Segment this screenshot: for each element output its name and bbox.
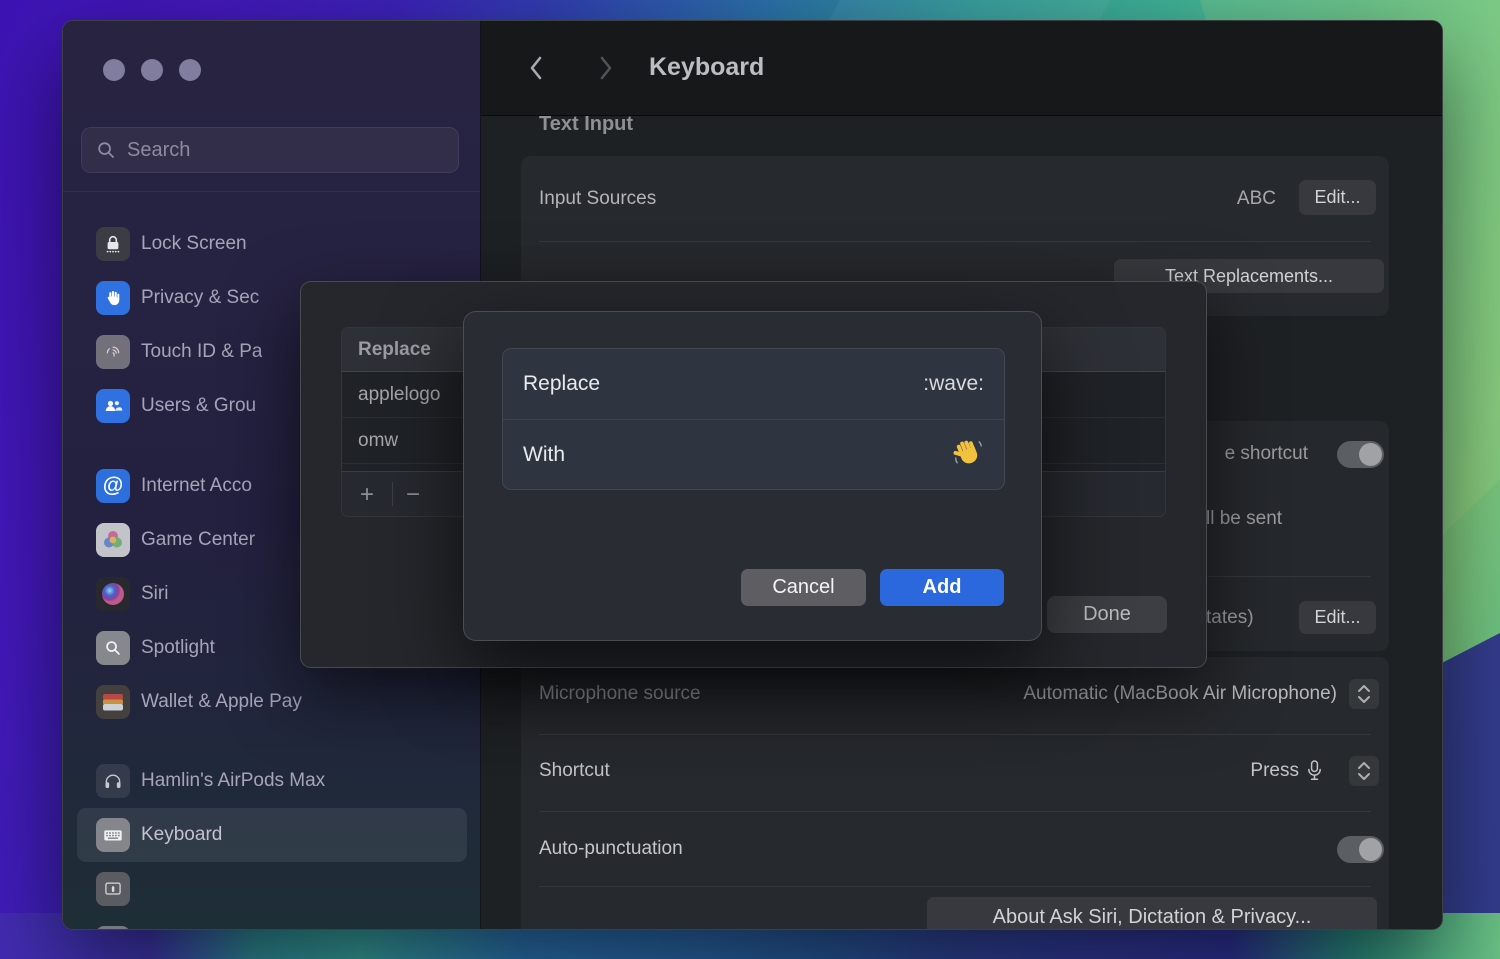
wallet-icon	[96, 685, 130, 719]
sidebar-item-label: Touch ID & Pa	[141, 341, 262, 363]
keyboard-icon	[96, 818, 130, 852]
divider	[392, 482, 393, 506]
section-title: Text Input	[539, 113, 633, 136]
shortcut-value: Press	[1250, 760, 1299, 782]
forward-button[interactable]	[591, 51, 621, 87]
wave-emoji-icon	[952, 437, 984, 469]
input-sources-value: ABC	[1237, 188, 1276, 210]
trackpad-icon	[96, 872, 130, 906]
sidebar-item-airpods-max[interactable]: Hamlin's AirPods Max	[77, 754, 467, 808]
add-replacement-dialog: Replace :wave: With 👋	[463, 311, 1042, 641]
toolbar: Keyboard	[481, 21, 1442, 116]
language-fragment-text: tates)	[1206, 607, 1254, 629]
divider	[539, 241, 1371, 242]
auto-punctuation-toggle[interactable]	[1337, 836, 1384, 863]
with-field-value: 👋	[952, 437, 984, 474]
sidebar-item-label: Keyboard	[141, 824, 222, 846]
sidebar-item-label: Lock Screen	[141, 233, 247, 255]
headphones-icon	[96, 764, 130, 798]
sidebar-item-label: Siri	[141, 583, 168, 605]
add-button[interactable]: Add	[880, 569, 1004, 606]
fingerprint-icon	[96, 335, 130, 369]
replacement-form: Replace :wave: With 👋	[502, 348, 1005, 490]
cancel-button[interactable]: Cancel	[741, 569, 866, 606]
sidebar-divider	[63, 191, 480, 192]
sidebar-item-label: Wallet & Apple Pay	[141, 691, 302, 713]
desktop: Search Lock Screen Privacy & Sec Touch I…	[0, 0, 1500, 959]
microphone-source-value: Automatic (MacBook Air Microphone)	[1023, 683, 1337, 705]
close-button[interactable]	[103, 59, 125, 81]
sidebar-item-label: Users & Grou	[141, 395, 256, 417]
sent-fragment-text: ll be sent	[1206, 508, 1282, 530]
microphone-source-label: Microphone source	[539, 683, 701, 705]
microphone-source-stepper[interactable]	[1349, 679, 1379, 709]
with-field[interactable]: With 👋	[503, 419, 1004, 490]
shortcut-fragment-text: e shortcut	[1225, 443, 1308, 465]
back-button[interactable]	[521, 51, 551, 87]
hand-icon	[96, 281, 130, 315]
page-title: Keyboard	[649, 53, 764, 82]
sidebar-item-label: Hamlin's AirPods Max	[141, 770, 325, 792]
search-placeholder: Search	[127, 139, 190, 162]
remove-replacement-button[interactable]: −	[398, 472, 428, 517]
replace-field-label: Replace	[523, 372, 600, 396]
sidebar-item-trackpad[interactable]	[77, 862, 467, 916]
search-input[interactable]: Search	[81, 127, 459, 173]
sidebar-item-label: Spotlight	[141, 637, 215, 659]
sidebar-item-label: Privacy & Sec	[141, 287, 259, 309]
search-icon	[96, 140, 116, 160]
siri-orb-icon	[96, 577, 130, 611]
magnifier-icon	[96, 631, 130, 665]
chevron-left-icon	[528, 55, 544, 81]
up-down-chevrons-icon	[1355, 760, 1373, 782]
sidebar-item-lock-screen[interactable]: Lock Screen	[77, 217, 467, 271]
shortcut-label: Shortcut	[539, 760, 610, 782]
game-center-icon	[96, 523, 130, 557]
dictation-toggle[interactable]	[1337, 441, 1384, 468]
divider	[539, 734, 1371, 735]
microphone-icon	[1307, 760, 1322, 781]
toggle-knob	[1359, 838, 1382, 861]
dictation-card: Microphone source Automatic (MacBook Air…	[521, 657, 1389, 930]
sidebar-item-label: Game Center	[141, 529, 255, 551]
divider	[539, 811, 1371, 812]
shortcut-stepper[interactable]	[1349, 756, 1379, 786]
about-siri-dictation-privacy-button[interactable]: About Ask Siri, Dictation & Privacy...	[927, 897, 1377, 930]
edit-language-button[interactable]: Edit...	[1299, 601, 1376, 634]
add-replacement-button[interactable]: +	[352, 472, 382, 517]
app-icon	[96, 926, 130, 930]
lock-icon	[96, 227, 130, 261]
replace-field[interactable]: Replace :wave:	[503, 349, 1004, 419]
zoom-button[interactable]	[179, 59, 201, 81]
sidebar-item-keyboard[interactable]: Keyboard	[77, 808, 467, 862]
traffic-lights	[103, 59, 201, 81]
done-button[interactable]: Done	[1047, 596, 1167, 633]
users-icon	[96, 389, 130, 423]
edit-input-sources-button[interactable]: Edit...	[1299, 180, 1376, 215]
toggle-knob	[1359, 443, 1382, 466]
input-sources-label: Input Sources	[539, 188, 656, 210]
sidebar-item-wallet[interactable]: Wallet & Apple Pay	[77, 675, 467, 729]
chevron-right-icon	[598, 55, 614, 81]
sidebar-item-label: Internet Acco	[141, 475, 252, 497]
divider	[539, 886, 1371, 887]
up-down-chevrons-icon	[1355, 683, 1373, 705]
minimize-button[interactable]	[141, 59, 163, 81]
sidebar-item-partial[interactable]	[77, 916, 467, 930]
replace-field-value: :wave:	[923, 372, 984, 396]
with-field-label: With	[523, 443, 565, 467]
auto-punctuation-label: Auto-punctuation	[539, 838, 683, 860]
at-sign-icon: @	[96, 469, 130, 503]
